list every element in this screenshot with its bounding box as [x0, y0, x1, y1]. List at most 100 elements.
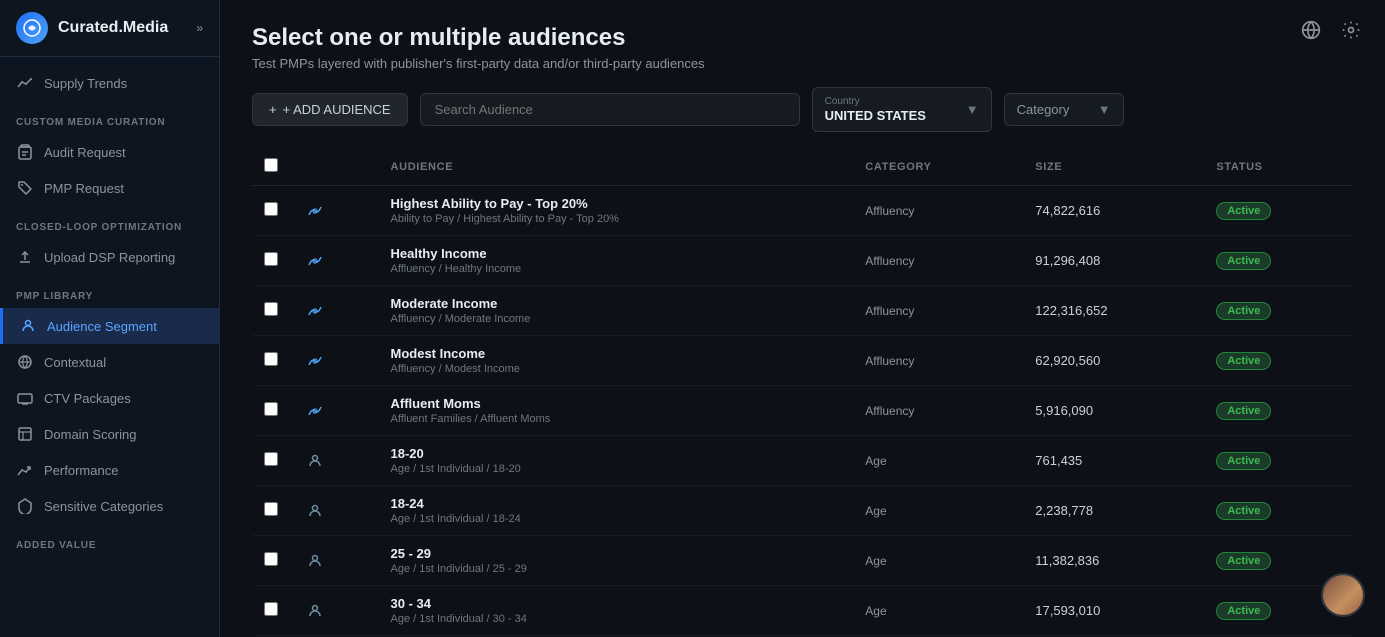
row-checkbox-cell[interactable]	[252, 236, 292, 286]
table-header-row: AUDIENCE CATEGORY SIZE STATUS	[252, 148, 1353, 186]
section-label-custom: Custom Media Curation	[0, 101, 219, 134]
row-size-cell: 17,593,010	[1023, 586, 1204, 636]
row-size-cell: 2,238,778	[1023, 486, 1204, 536]
row-audience-cell: Healthy Income Affluency / Healthy Incom…	[379, 236, 854, 286]
sidebar-item-label: Upload DSP Reporting	[44, 250, 175, 265]
row-checkbox-cell[interactable]	[252, 436, 292, 486]
row-checkbox-cell[interactable]	[252, 286, 292, 336]
row-icon-cell	[292, 436, 379, 486]
row-icon-cell	[292, 536, 379, 586]
status-badge: Active	[1216, 502, 1271, 520]
status-badge: Active	[1216, 402, 1271, 420]
country-select[interactable]: Country UNITED STATES ▼	[812, 87, 992, 132]
chevron-down-icon: ▼	[1098, 102, 1111, 117]
row-checkbox[interactable]	[264, 352, 278, 366]
row-status-cell: Active	[1204, 436, 1353, 486]
row-checkbox-cell[interactable]	[252, 186, 292, 236]
audience-path: Age / 1st Individual / 30 - 34	[391, 613, 842, 625]
size-value: 91,296,408	[1035, 253, 1100, 268]
row-checkbox[interactable]	[264, 452, 278, 466]
sidebar-logo[interactable]: Curated.Media »	[0, 0, 219, 57]
table-row: Affluent Moms Affluent Families / Afflue…	[252, 386, 1353, 436]
sidebar-item-pmp-request[interactable]: PMP Request	[0, 170, 219, 206]
row-icon-cell	[292, 386, 379, 436]
domain-icon	[16, 425, 34, 443]
header-checkbox	[252, 148, 292, 186]
category-select[interactable]: Category ▼	[1004, 93, 1124, 126]
row-checkbox-cell[interactable]	[252, 536, 292, 586]
row-checkbox[interactable]	[264, 252, 278, 266]
audience-path: Age / 1st Individual / 18-20	[391, 463, 842, 475]
size-value: 5,916,090	[1035, 403, 1093, 418]
sidebar-item-contextual[interactable]: Contextual	[0, 344, 219, 380]
row-size-cell: 5,916,090	[1023, 386, 1204, 436]
top-icons	[1297, 16, 1365, 44]
sidebar-item-performance[interactable]: Performance	[0, 452, 219, 488]
row-checkbox-cell[interactable]	[252, 486, 292, 536]
sidebar-item-label: Performance	[44, 463, 118, 478]
sidebar-item-supply-trends[interactable]: Supply Trends	[0, 65, 219, 101]
category-value: Age	[865, 454, 886, 468]
row-checkbox[interactable]	[264, 402, 278, 416]
row-checkbox[interactable]	[264, 302, 278, 316]
audience-name: 25 - 29	[391, 546, 842, 561]
audience-type-icon	[304, 600, 326, 622]
audience-type-icon	[304, 450, 326, 472]
audience-type-icon	[304, 300, 326, 322]
plus-icon: +	[269, 102, 277, 117]
sidebar-item-audience-segment[interactable]: Audience Segment	[0, 308, 219, 344]
row-status-cell: Active	[1204, 286, 1353, 336]
row-size-cell: 761,435	[1023, 436, 1204, 486]
row-audience-cell: 25 - 29 Age / 1st Individual / 25 - 29	[379, 536, 854, 586]
table-row: 25 - 29 Age / 1st Individual / 25 - 29 A…	[252, 536, 1353, 586]
row-checkbox[interactable]	[264, 602, 278, 616]
status-badge: Active	[1216, 452, 1271, 470]
row-icon-cell	[292, 586, 379, 636]
sidebar-item-label: Sensitive Categories	[44, 499, 163, 514]
add-audience-button[interactable]: + + ADD AUDIENCE	[252, 93, 408, 126]
sidebar: Curated.Media » Supply Trends Custom Med…	[0, 0, 220, 637]
row-audience-cell: Moderate Income Affluency / Moderate Inc…	[379, 286, 854, 336]
user-avatar[interactable]	[1321, 573, 1365, 617]
sidebar-item-audit-request[interactable]: Audit Request	[0, 134, 219, 170]
sidebar-item-label: Audit Request	[44, 145, 126, 160]
sidebar-item-domain-scoring[interactable]: Domain Scoring	[0, 416, 219, 452]
row-category-cell: Affluency	[853, 286, 1023, 336]
settings-icon[interactable]	[1337, 16, 1365, 44]
row-audience-cell: 18-20 Age / 1st Individual / 18-20	[379, 436, 854, 486]
clipboard-icon	[16, 143, 34, 161]
row-checkbox[interactable]	[264, 202, 278, 216]
row-checkbox[interactable]	[264, 502, 278, 516]
section-label-added-value: Added Value	[0, 524, 219, 557]
sidebar-item-ctv-packages[interactable]: CTV Packages	[0, 380, 219, 416]
status-badge: Active	[1216, 602, 1271, 620]
audience-type-icon	[304, 350, 326, 372]
section-label-pmp-library: PMP Library	[0, 275, 219, 308]
expand-icon[interactable]: »	[196, 21, 203, 35]
performance-icon	[16, 461, 34, 479]
audience-type-icon	[304, 200, 326, 222]
search-input[interactable]	[420, 93, 800, 126]
row-checkbox-cell[interactable]	[252, 386, 292, 436]
size-value: 62,920,560	[1035, 353, 1100, 368]
row-checkbox-cell[interactable]	[252, 586, 292, 636]
audience-name: Modest Income	[391, 346, 842, 361]
row-category-cell: Affluency	[853, 186, 1023, 236]
size-value: 761,435	[1035, 453, 1082, 468]
row-checkbox[interactable]	[264, 552, 278, 566]
status-badge: Active	[1216, 352, 1271, 370]
main-content: Select one or multiple audiences Test PM…	[220, 0, 1385, 637]
translate-icon[interactable]	[1297, 16, 1325, 44]
row-icon-cell	[292, 486, 379, 536]
category-value: Affluency	[865, 304, 914, 318]
sidebar-item-sensitive-categories[interactable]: Sensitive Categories	[0, 488, 219, 524]
sidebar-item-label: Contextual	[44, 355, 106, 370]
row-icon-cell	[292, 236, 379, 286]
category-value: Affluency	[865, 254, 914, 268]
sidebar-item-upload-dsp[interactable]: Upload DSP Reporting	[0, 239, 219, 275]
row-checkbox-cell[interactable]	[252, 336, 292, 386]
row-size-cell: 74,822,616	[1023, 186, 1204, 236]
select-all-checkbox[interactable]	[264, 158, 278, 172]
country-label: Country	[825, 96, 926, 107]
sensitive-icon	[16, 497, 34, 515]
